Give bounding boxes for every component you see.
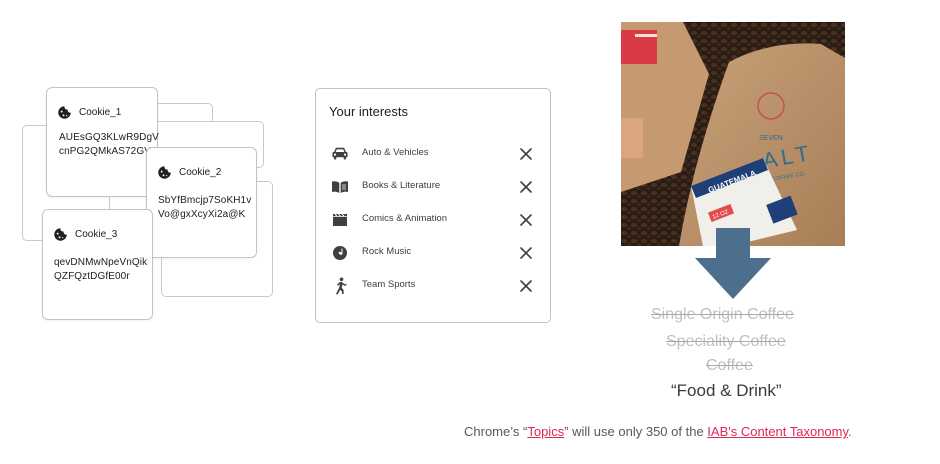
interest-label: Comics & Animation <box>362 213 448 224</box>
remove-interest-button[interactable] <box>518 212 534 228</box>
remove-interest-button[interactable] <box>518 146 534 162</box>
cookie-name: Cookie_3 <box>75 229 118 240</box>
taxonomy-struck-item: Coffee <box>706 357 753 374</box>
caption: Chrome’s “Topics” will use only 350 of t… <box>464 424 852 439</box>
sports-figure-icon <box>331 277 349 295</box>
caption-text: Chrome’s “ <box>464 424 528 439</box>
caption-text: ” will use only 350 of the <box>564 424 708 439</box>
interest-label: Rock Music <box>362 246 412 257</box>
taxonomy-struck-item: Speciality Coffee <box>666 333 786 350</box>
topics-link[interactable]: Topics <box>527 424 564 439</box>
taxonomy-struck-item: Single Origin Coffee <box>651 306 794 323</box>
remove-interest-button[interactable] <box>518 245 534 261</box>
cookie-card: Cookie_3 qevDNMwNpeVnQik QZFQztDGfE00r <box>42 209 153 320</box>
cookie-card: Cookie_2 SbYfBmcjp7SoKH1v Vo@gxXcyXi2a@K <box>146 147 257 258</box>
remove-interest-button[interactable] <box>518 179 534 195</box>
cookie-name: Cookie_2 <box>179 167 222 178</box>
interest-row: Books & Literature <box>316 175 550 199</box>
cookie-value: qevDNMwNpeVnQik QZFQztDGfE00r <box>54 257 148 282</box>
cookie-icon <box>58 106 71 119</box>
book-icon <box>331 179 349 195</box>
clapperboard-icon <box>331 212 349 228</box>
cookie-name: Cookie_1 <box>79 107 122 118</box>
interest-row: Team Sports <box>316 274 550 298</box>
down-arrow-icon <box>695 228 771 299</box>
interest-row: Rock Music <box>316 241 550 265</box>
cookie-value: SbYfBmcjp7SoKH1v Vo@gxXcyXi2a@K <box>158 195 252 220</box>
music-disc-icon <box>331 245 349 261</box>
interests-panel: Your interests Auto & Vehicles Books & L… <box>315 88 551 323</box>
bag-top-text: SEVEN <box>759 135 783 142</box>
cookie-icon <box>158 166 171 179</box>
taxonomy-final-category: “Food & Drink” <box>671 381 782 400</box>
coffee-bag-photo: SEVEN ALT COFFEE CO. GUATEMALA 12 OZ <box>621 22 845 246</box>
interest-row: Comics & Animation <box>316 208 550 232</box>
iab-taxonomy-link[interactable]: IAB's Content Taxonomy <box>707 424 848 439</box>
interest-label: Books & Literature <box>362 180 441 191</box>
car-icon <box>331 146 349 162</box>
caption-text: . <box>848 424 852 439</box>
cookie-icon <box>54 228 67 241</box>
remove-interest-button[interactable] <box>518 278 534 294</box>
interest-label: Team Sports <box>362 279 416 290</box>
interest-label: Auto & Vehicles <box>362 147 429 158</box>
interests-title: Your interests <box>329 104 409 119</box>
cookie-value: AUEsGQ3KLwR9DgV cnPG2QMkAS72GV <box>59 132 159 157</box>
cookie-card: Cookie_1 AUEsGQ3KLwR9DgV cnPG2QMkAS72GV <box>46 87 159 197</box>
interest-row: Auto & Vehicles <box>316 142 550 166</box>
